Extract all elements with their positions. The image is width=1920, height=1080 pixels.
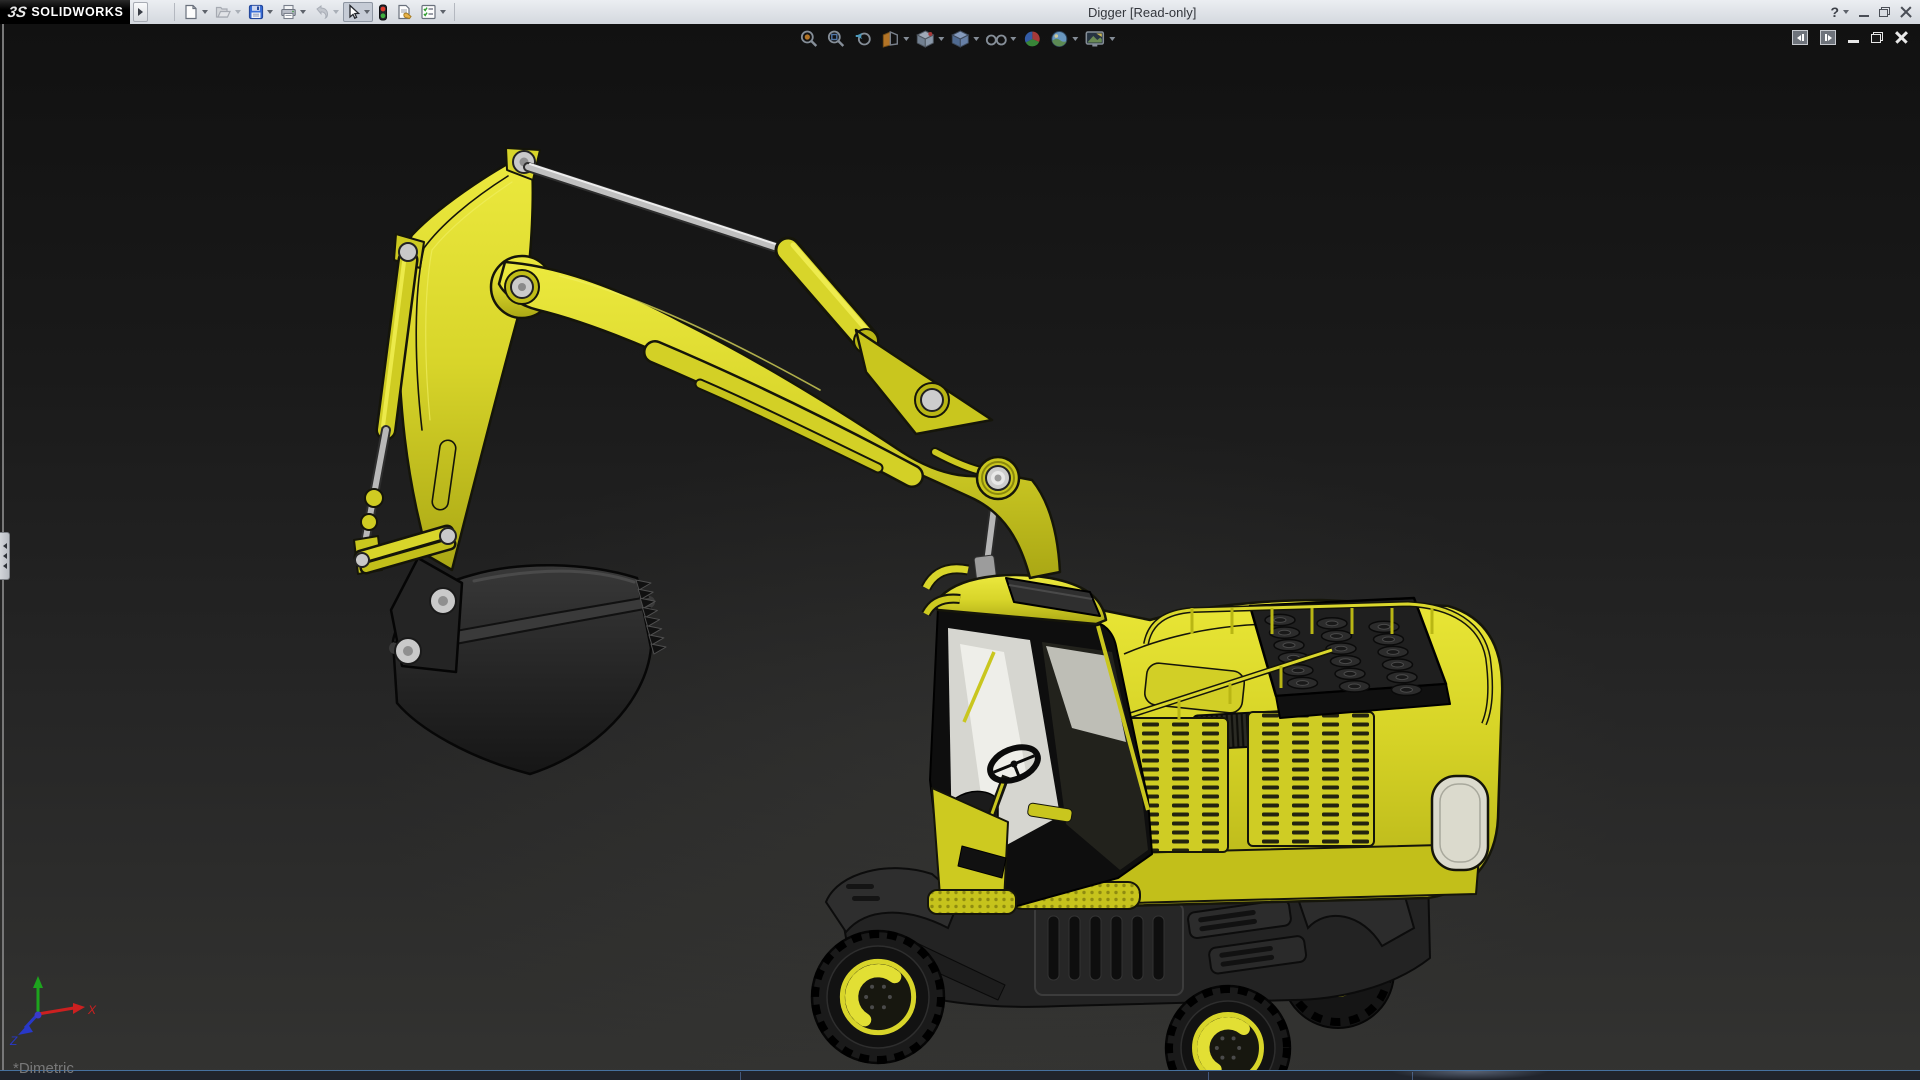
file-properties-icon [396,4,413,20]
zoom-to-area-icon [825,29,847,49]
close-button[interactable] [1900,6,1912,18]
view-orientation-dropdown[interactable] [938,37,944,41]
window-controls: ? [1830,0,1912,24]
solidworks-window: 3S SOLIDWORKS [0,0,1920,1080]
status-bar [0,1070,1920,1080]
help-icon: ? [1830,4,1839,20]
edit-appearance-icon [1021,29,1043,49]
save-button[interactable] [245,2,276,22]
options-dropdown[interactable] [440,10,446,14]
zoom-to-fit-icon [798,29,820,49]
feature-manager-expand-tab[interactable] [0,532,10,580]
heads-up-view-toolbar [797,28,1116,50]
view-settings-icon [1083,29,1107,49]
rebuild-button[interactable] [374,2,392,23]
open-dropdown[interactable] [235,10,241,14]
toolbar-separator [174,3,175,21]
section-view-button[interactable] [878,28,910,50]
y-axis-arrow [33,976,43,988]
save-dropdown[interactable] [267,10,273,14]
select-dropdown[interactable] [364,10,370,14]
new-document-dropdown[interactable] [202,10,208,14]
view-orientation-label: *Dimetric [13,1060,74,1077]
collapse-arrow-icon [3,553,7,559]
zoom-to-fit-button[interactable] [797,28,821,50]
open-button[interactable] [212,2,244,22]
pane-right-icon [1828,35,1832,41]
engine-cover [1250,598,1450,718]
model-scene[interactable]: X Z [0,24,1920,1080]
apply-scene-dropdown[interactable] [1072,37,1078,41]
print-dropdown[interactable] [300,10,306,14]
expand-arrow-icon [138,8,143,16]
triad-origin [35,1012,42,1019]
options-button[interactable] [417,2,449,22]
hide-show-items-button[interactable] [983,28,1017,50]
brand-text: SOLIDWORKS [31,5,123,19]
display-style-dropdown[interactable] [973,37,979,41]
stick-arm [397,148,540,570]
solidworks-logo: 3S SOLIDWORKS [0,0,130,24]
minimize-button[interactable] [1859,15,1869,17]
save-floppy-icon [248,4,264,20]
view-settings-dropdown[interactable] [1109,37,1115,41]
boom-pivot [977,457,1019,499]
collapse-arrow-icon [3,563,7,569]
quick-access-toolbar [170,2,459,23]
open-folder-icon [215,4,232,20]
wheel [812,931,944,1063]
view-orientation-button[interactable] [913,28,945,50]
help-button[interactable]: ? [1830,4,1849,20]
document-window-controls [1792,30,1908,45]
titlebar: 3S SOLIDWORKS [0,0,1920,25]
undo-arrow-icon [313,4,330,20]
undo-dropdown[interactable] [333,10,339,14]
traffic-light-icon [377,4,389,21]
collapse-right-pane-button[interactable] [1820,30,1836,45]
display-style-icon [949,29,971,49]
view-settings-button[interactable] [1082,28,1116,50]
apply-scene-button[interactable] [1047,28,1079,50]
toolbar-separator [454,3,455,21]
view-orientation-icon [914,29,936,49]
previous-view-button[interactable] [851,28,875,50]
bucket-bracket [391,558,462,672]
menu-expand-button[interactable] [133,2,148,22]
document-close-button[interactable] [1895,31,1908,44]
print-button[interactable] [277,2,309,22]
document-restore-button[interactable] [1871,32,1883,43]
pane-left-icon [1797,35,1801,41]
zoom-to-area-button[interactable] [824,28,848,50]
print-icon [280,4,297,20]
file-properties-button[interactable] [393,2,416,22]
graphics-viewport[interactable]: X Z [0,24,1920,1080]
x-axis-label: X [87,1003,97,1017]
previous-view-icon [852,29,874,49]
document-minimize-button[interactable] [1848,40,1859,42]
options-icon [420,4,437,20]
z-axis-label: Z [9,1034,18,1048]
collapse-arrow-icon [3,543,7,549]
section-view-icon [879,29,901,49]
new-document-button[interactable] [180,2,211,22]
help-dropdown[interactable] [1843,10,1849,14]
edit-appearance-button[interactable] [1020,28,1044,50]
x-axis-arrow [73,1003,85,1014]
hide-show-items-icon [984,29,1008,49]
orientation-triad: X Z [9,976,97,1048]
display-style-button[interactable] [948,28,980,50]
hide-show-items-dropdown[interactable] [1010,37,1016,41]
section-view-dropdown[interactable] [903,37,909,41]
collapse-left-pane-button[interactable] [1792,30,1808,45]
document-title: Digger [Read-only] [1088,5,1196,20]
new-document-icon [183,4,199,20]
apply-scene-icon [1048,29,1070,49]
restore-button[interactable] [1879,7,1890,17]
undo-button[interactable] [310,2,342,22]
select-button[interactable] [343,2,373,22]
ds-logo-icon: 3S [6,4,28,21]
select-cursor-icon [346,4,361,20]
side-vent-right [1248,712,1374,846]
